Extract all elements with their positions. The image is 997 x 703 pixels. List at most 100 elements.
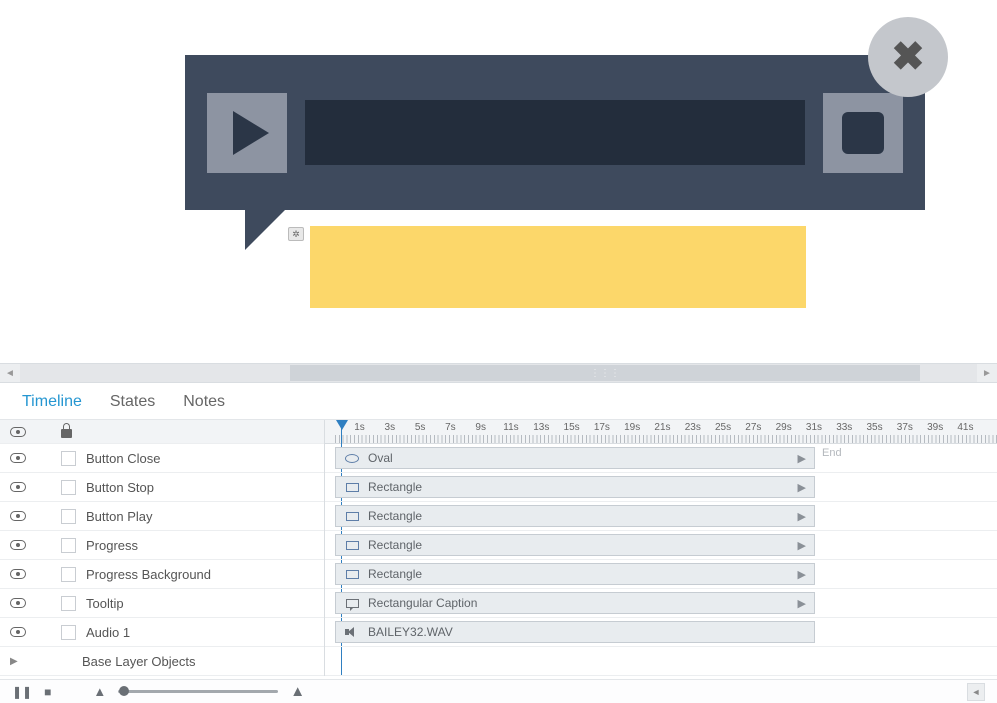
callout-tail: [245, 210, 285, 250]
tooltip-shape[interactable]: [310, 226, 806, 308]
timeline-clip[interactable]: Rectangle▶: [335, 563, 815, 585]
caption-icon: [344, 599, 360, 608]
button-stop[interactable]: [823, 93, 903, 173]
lock-column-icon[interactable]: [61, 429, 72, 438]
ruler-tick-label: 21s: [652, 422, 673, 433]
ruler-tick-label: 3s: [379, 422, 400, 433]
layer-name-label: Audio 1: [86, 625, 130, 640]
lock-checkbox[interactable]: [61, 538, 76, 553]
tab-notes[interactable]: Notes: [183, 393, 225, 411]
track-row[interactable]: Rectangle▶: [325, 531, 997, 560]
layer-row[interactable]: Audio 1: [0, 618, 324, 647]
rect-icon: [344, 541, 360, 550]
ruler-tick-label: 39s: [925, 422, 946, 433]
player-body: [185, 55, 925, 210]
rect-icon: [344, 483, 360, 492]
ruler-tick-label: 17s: [591, 422, 612, 433]
zoom-out-icon[interactable]: ▲: [93, 684, 106, 699]
ruler-tick-label: 13s: [531, 422, 552, 433]
ruler-tick-label: 33s: [834, 422, 855, 433]
visibility-toggle-icon[interactable]: [10, 569, 26, 579]
track-row[interactable]: Rectangle▶: [325, 560, 997, 589]
layer-row[interactable]: Button Stop: [0, 473, 324, 502]
time-ruler[interactable]: 1s3s5s7s9s11s13s15s17s19s21s23s25s27s29s…: [325, 420, 997, 444]
lock-checkbox[interactable]: [61, 596, 76, 611]
track-row[interactable]: BAILEY32.WAV: [325, 618, 997, 647]
visibility-column-icon[interactable]: [10, 427, 26, 437]
timeline-clip[interactable]: Oval▶: [335, 447, 815, 469]
scroll-left-icon[interactable]: ◄: [0, 364, 20, 382]
track-row[interactable]: Rectangle▶: [325, 502, 997, 531]
accessibility-badge-icon[interactable]: ✲: [288, 227, 304, 241]
layer-name-label: Button Stop: [86, 480, 154, 495]
clip-label: Rectangle: [368, 509, 422, 523]
rect-icon: [344, 512, 360, 521]
scroll-right-icon[interactable]: ►: [977, 364, 997, 382]
ruler-tick-label: 25s: [713, 422, 734, 433]
base-layer-track: [325, 647, 997, 676]
clip-continue-icon: ▶: [798, 452, 806, 465]
layer-name-label: Button Play: [86, 509, 153, 524]
timeline-clip[interactable]: Rectangle▶: [335, 505, 815, 527]
layer-name-label: Button Close: [86, 451, 160, 466]
panel-tabs: Timeline States Notes: [0, 383, 997, 420]
visibility-toggle-icon[interactable]: [10, 540, 26, 550]
timeline-clip[interactable]: Rectangle▶: [335, 534, 815, 556]
button-close[interactable]: [868, 17, 948, 97]
timeline-clip[interactable]: BAILEY32.WAV: [335, 621, 815, 643]
timeline-header: [0, 420, 324, 444]
timeline-clip[interactable]: Rectangular Caption▶: [335, 592, 815, 614]
rect-icon: [344, 570, 360, 579]
ruler-tick-label: 19s: [622, 422, 643, 433]
track-row[interactable]: Rectangle▶: [325, 473, 997, 502]
pause-icon[interactable]: ❚❚: [12, 685, 32, 699]
ruler-tick-label: 11s: [500, 422, 521, 433]
timeline-clip[interactable]: Rectangle▶: [335, 476, 815, 498]
zoom-slider[interactable]: [118, 690, 278, 693]
button-play[interactable]: [207, 93, 287, 173]
lock-checkbox[interactable]: [61, 451, 76, 466]
visibility-toggle-icon[interactable]: [10, 453, 26, 463]
track-row[interactable]: Oval▶: [325, 444, 997, 473]
canvas-horizontal-scrollbar[interactable]: ◄ ⋮⋮⋮ ►: [0, 363, 997, 383]
layer-row[interactable]: Tooltip: [0, 589, 324, 618]
player-callout: [185, 55, 925, 250]
base-layer-row[interactable]: ▶ Base Layer Objects: [0, 647, 324, 676]
visibility-toggle-icon[interactable]: [10, 627, 26, 637]
layer-row[interactable]: Progress Background: [0, 560, 324, 589]
close-icon: [891, 34, 925, 80]
layer-row[interactable]: Progress: [0, 531, 324, 560]
ruler-tick-label: 31s: [803, 422, 824, 433]
ruler-tick-label: 23s: [682, 422, 703, 433]
timeline-track-area[interactable]: 1s3s5s7s9s11s13s15s17s19s21s23s25s27s29s…: [325, 420, 997, 676]
zoom-in-icon[interactable]: ▲: [290, 683, 305, 700]
visibility-toggle-icon[interactable]: [10, 598, 26, 608]
stage-canvas[interactable]: ✲: [0, 0, 997, 363]
lock-checkbox[interactable]: [61, 625, 76, 640]
lock-checkbox[interactable]: [61, 509, 76, 524]
track-row[interactable]: Rectangular Caption▶: [325, 589, 997, 618]
track-scroll-left-icon[interactable]: ◄: [967, 683, 985, 701]
expand-icon[interactable]: ▶: [10, 656, 22, 667]
progress-background[interactable]: [305, 100, 805, 165]
clip-continue-icon: ▶: [798, 597, 806, 610]
ruler-tick-label: 9s: [470, 422, 491, 433]
ruler-ticks: [335, 435, 997, 443]
visibility-toggle-icon[interactable]: [10, 482, 26, 492]
visibility-toggle-icon[interactable]: [10, 511, 26, 521]
lock-checkbox[interactable]: [61, 567, 76, 582]
layer-row[interactable]: Button Close: [0, 444, 324, 473]
lock-checkbox[interactable]: [61, 480, 76, 495]
playhead-icon[interactable]: [336, 420, 348, 430]
ruler-tick-label: 7s: [440, 422, 461, 433]
layer-name-label: Tooltip: [86, 596, 124, 611]
stop-small-icon[interactable]: ■: [44, 685, 51, 699]
ruler-tick-label: 29s: [773, 422, 794, 433]
tab-timeline[interactable]: Timeline: [22, 393, 82, 411]
layer-row[interactable]: Button Play: [0, 502, 324, 531]
tab-states[interactable]: States: [110, 393, 155, 411]
stop-icon: [842, 112, 884, 154]
scroll-track[interactable]: ⋮⋮⋮: [20, 364, 977, 382]
scroll-thumb[interactable]: ⋮⋮⋮: [290, 365, 920, 381]
layer-name-label: Progress Background: [86, 567, 211, 582]
